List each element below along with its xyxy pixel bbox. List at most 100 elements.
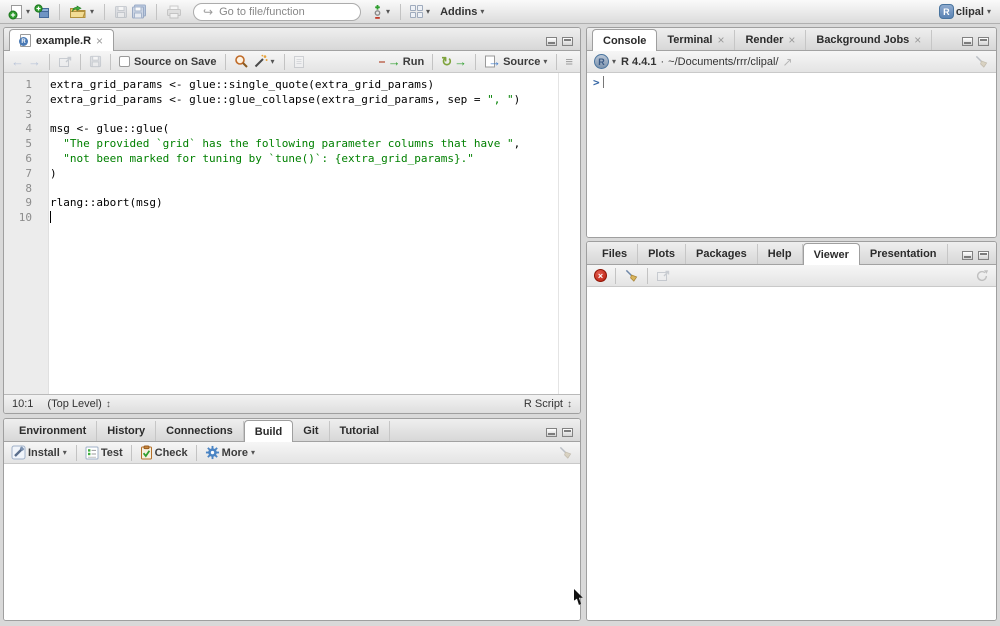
console-toolbar: R ▾ R 4.4.1 · ~/Documents/rrr/clipal/ ↗	[587, 51, 996, 73]
install-button[interactable]: Install ▾	[11, 445, 68, 460]
r-script-file-icon: R	[20, 34, 31, 47]
line-number: 1	[4, 78, 42, 93]
refresh-icon	[975, 269, 989, 283]
workspace-panes-button[interactable]: ▾	[410, 5, 431, 18]
clear-console-button[interactable]	[974, 54, 989, 69]
save-button[interactable]	[114, 5, 128, 19]
document-outline-icon[interactable]: ≡	[565, 54, 573, 69]
goto-file-input[interactable]	[219, 6, 351, 18]
tab-history[interactable]: History	[97, 421, 156, 441]
line-number: 2	[4, 93, 42, 108]
chevron-down-icon[interactable]: ▾	[270, 57, 276, 66]
clear-viewer-button[interactable]	[624, 268, 639, 283]
code-tools-button[interactable]: ▾	[253, 54, 276, 69]
tab-build[interactable]: Build	[244, 420, 294, 442]
tab-example-r[interactable]: R example.R ×	[9, 29, 114, 51]
tab-render[interactable]: Render×	[735, 30, 806, 50]
tab-viewer[interactable]: Viewer	[803, 243, 860, 265]
code-line-3: 3	[4, 108, 580, 123]
run-line-icon	[379, 61, 385, 63]
tab-help[interactable]: Help	[758, 244, 803, 264]
install-icon	[11, 445, 26, 460]
gear-icon	[205, 445, 220, 460]
version-control-icon	[372, 4, 383, 20]
chevron-down-icon[interactable]: ▾	[250, 448, 256, 457]
chevron-down-icon: ▾	[479, 7, 485, 16]
source-button[interactable]: → Source ▾	[484, 54, 548, 69]
code-text: )	[42, 167, 57, 182]
tab-git[interactable]: Git	[293, 421, 329, 441]
maximize-pane-button[interactable]	[978, 251, 989, 260]
close-icon[interactable]: ×	[717, 33, 724, 47]
code-text: "The provided `grid` has the following p…	[42, 137, 520, 152]
save-all-button[interactable]	[131, 4, 147, 19]
console-input-area[interactable]: >	[587, 73, 996, 237]
new-file-button[interactable]: ▾	[8, 4, 31, 20]
files-tabstrip: Files Plots PackagesHelpViewerPresentation	[587, 242, 996, 265]
refresh-viewer-button[interactable]	[975, 269, 989, 283]
r-version-menu[interactable]: R ▾	[594, 54, 617, 69]
chevron-down-icon[interactable]: ▾	[25, 7, 31, 16]
more-label: More	[222, 447, 248, 459]
doc-type-selector[interactable]: R Script↕	[524, 398, 572, 410]
chevron-down-icon[interactable]: ▾	[89, 7, 95, 16]
maximize-pane-button[interactable]	[562, 37, 573, 46]
tab-console[interactable]: Console	[592, 29, 657, 51]
scope-selector[interactable]: (Top Level)↕	[47, 398, 110, 410]
more-button[interactable]: More ▾	[205, 445, 256, 460]
maximize-pane-button[interactable]	[562, 428, 573, 437]
find-replace-button[interactable]	[234, 54, 249, 69]
minimize-pane-button[interactable]	[962, 37, 973, 46]
install-label: Install	[28, 447, 60, 459]
save-button[interactable]	[89, 55, 102, 68]
source-on-save-label: Source on Save	[134, 56, 217, 68]
stop-viewer-button[interactable]: ×	[594, 269, 607, 282]
test-label: Test	[101, 447, 123, 459]
open-folder-icon	[69, 5, 87, 19]
tools-pane: EnvironmentHistoryConnectionsBuildGitTut…	[3, 418, 581, 621]
close-icon[interactable]: ×	[914, 33, 921, 47]
code-editor[interactable]: 1extra_grid_params <- glue::single_quote…	[4, 73, 580, 394]
tab-terminal[interactable]: Terminal×	[657, 30, 735, 50]
tab-environment[interactable]: Environment	[9, 421, 97, 441]
chevron-down-icon[interactable]: ▾	[542, 57, 548, 66]
print-button[interactable]	[166, 5, 182, 19]
chevron-down-icon[interactable]: ▾	[425, 7, 431, 16]
version-control-button[interactable]: ▾	[372, 4, 391, 20]
test-button[interactable]: Test	[85, 446, 123, 460]
tab-files[interactable]: Files	[592, 244, 638, 264]
compile-report-button[interactable]	[293, 55, 305, 69]
project-menu[interactable]: R clipal ▾	[939, 4, 992, 19]
run-button[interactable]: → Run	[379, 54, 424, 69]
close-icon[interactable]: ×	[788, 33, 795, 47]
source-on-save-checkbox[interactable]	[119, 56, 130, 67]
minimize-pane-button[interactable]	[962, 251, 973, 260]
tab-packages[interactable]: Packages	[686, 244, 758, 264]
tab-tutorial[interactable]: Tutorial	[330, 421, 391, 441]
clear-build-button[interactable]	[558, 445, 573, 460]
close-icon[interactable]: ×	[96, 34, 103, 48]
code-line-9: 9rlang::abort(msg)	[4, 196, 580, 211]
tab-connections[interactable]: Connections	[156, 421, 244, 441]
chevron-down-icon[interactable]: ▾	[62, 448, 68, 457]
back-icon[interactable]: ←	[11, 54, 24, 69]
new-project-button[interactable]	[34, 4, 50, 20]
line-number: 9	[4, 196, 42, 211]
tab-background-jobs[interactable]: Background Jobs×	[806, 30, 932, 50]
tab-presentation[interactable]: Presentation	[860, 244, 948, 264]
maximize-pane-button[interactable]	[978, 37, 989, 46]
goto-directory-icon[interactable]: ↗	[783, 55, 793, 69]
chevron-down-icon[interactable]: ▾	[385, 7, 391, 16]
tab-plots[interactable]: Plots	[638, 244, 686, 264]
tab-label: Plots	[648, 248, 675, 260]
minimize-pane-button[interactable]	[546, 428, 557, 437]
forward-icon[interactable]: →	[28, 54, 41, 69]
rerun-button[interactable]: ↻→	[441, 54, 467, 70]
code-text: rlang::abort(msg)	[42, 196, 163, 211]
check-button[interactable]: Check	[140, 445, 188, 460]
minimize-pane-button[interactable]	[546, 37, 557, 46]
addins-menu[interactable]: Addins ▾	[440, 6, 485, 18]
popout-window-button[interactable]	[58, 56, 72, 68]
popout-viewer-button[interactable]	[656, 270, 670, 282]
open-file-button[interactable]: ▾	[69, 5, 95, 19]
